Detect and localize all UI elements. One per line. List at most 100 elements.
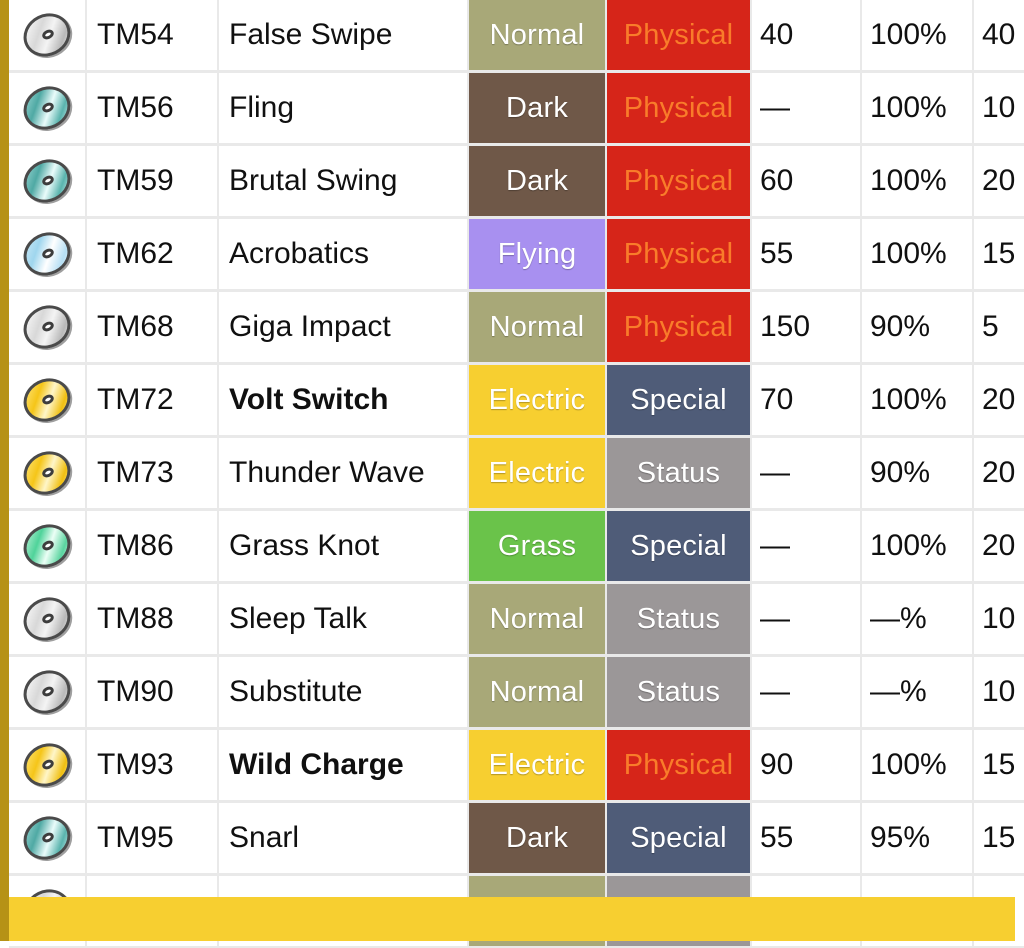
tm-number: TM95: [86, 801, 219, 876]
move-name: Acrobatics: [218, 217, 469, 292]
move-power-text: 55: [760, 821, 794, 854]
move-name: Giga Impact: [218, 290, 469, 365]
tm-disc-cell: [9, 728, 87, 803]
move-pp-text: 10: [982, 675, 1016, 708]
type-badge: Normal: [469, 584, 604, 653]
move-type-cell: Normal: [468, 0, 607, 73]
tm-disc-icon: [16, 662, 78, 722]
move-type-cell: Electric: [468, 436, 607, 511]
move-pp-text: 20: [982, 529, 1016, 562]
move-power: 55: [751, 217, 862, 292]
move-power: 40: [751, 0, 862, 73]
move-power: 90: [751, 728, 862, 803]
tm-number: TM72: [86, 363, 219, 438]
type-badge: Dark: [469, 803, 604, 872]
move-name-text: Substitute: [229, 675, 363, 708]
move-category-cell: Physical: [606, 728, 752, 803]
table-row[interactable]: TM59 Brutal Swing Dark Physical 60 100% 20: [9, 144, 1024, 219]
tm-disc-cell: [9, 509, 87, 584]
move-category-cell: Physical: [606, 71, 752, 146]
move-name-text: False Swipe: [229, 18, 393, 51]
table-row[interactable]: TM54 False Swipe Normal Physical 40 100% 40: [9, 0, 1024, 73]
type-badge: Flying: [469, 219, 604, 288]
move-power-text: 90: [760, 748, 794, 781]
table-row[interactable]: TM68 Giga Impact Normal Physical 150 90% 5: [9, 290, 1024, 365]
move-name: Wild Charge: [218, 728, 469, 803]
move-power-text: —: [760, 602, 790, 635]
move-pp-text: 20: [982, 456, 1016, 489]
tm-disc-icon: [16, 808, 78, 868]
tm-disc-icon: [16, 735, 78, 795]
tm-number: TM59: [86, 144, 219, 219]
move-type-cell: Dark: [468, 71, 607, 146]
move-accuracy-text: 100%: [870, 237, 947, 270]
tm-disc-cell: [9, 290, 87, 365]
table-row[interactable]: TM88 Sleep Talk Normal Status — —% 10: [9, 582, 1024, 657]
move-accuracy-text: 90%: [870, 310, 931, 343]
tm-disc-icon: [16, 589, 78, 649]
move-name-text: Acrobatics: [229, 237, 370, 270]
table-row[interactable]: TM95 Snarl Dark Special 55 95% 15: [9, 801, 1024, 876]
move-type-cell: Normal: [468, 655, 607, 730]
move-accuracy: 100%: [861, 217, 974, 292]
move-category-cell: Status: [606, 436, 752, 511]
tm-number-text: TM59: [97, 164, 174, 197]
type-badge: Dark: [469, 146, 604, 215]
tm-number-text: TM54: [97, 18, 174, 51]
type-badge: Electric: [469, 438, 604, 507]
table-row[interactable]: TM56 Fling Dark Physical — 100% 10: [9, 71, 1024, 146]
move-name-text: Fling: [229, 91, 295, 124]
category-badge: Status: [607, 438, 749, 507]
table-row[interactable]: TM90 Substitute Normal Status — —% 10: [9, 655, 1024, 730]
move-accuracy-text: 100%: [870, 164, 947, 197]
move-category-cell: Physical: [606, 217, 752, 292]
move-pp: 15: [973, 728, 1024, 803]
move-type-cell: Electric: [468, 728, 607, 803]
move-pp-text: 15: [982, 821, 1016, 854]
move-power-text: 55: [760, 237, 794, 270]
table-row[interactable]: TM72 Volt Switch Electric Special 70 100% 20: [9, 363, 1024, 438]
tm-list-page: TM54 False Swipe Normal Physical 40 100% 40 TM5…: [0, 0, 1024, 948]
move-name: Thunder Wave: [218, 436, 469, 511]
type-badge: Normal: [469, 292, 604, 361]
move-pp-text: 15: [982, 237, 1016, 270]
move-pp: 10: [973, 655, 1024, 730]
tm-disc-cell: [9, 217, 87, 292]
move-name: Brutal Swing: [218, 144, 469, 219]
move-accuracy-text: 100%: [870, 18, 947, 51]
move-accuracy: 100%: [861, 71, 974, 146]
table-row[interactable]: TM93 Wild Charge Electric Physical 90 100% 15: [9, 728, 1024, 803]
move-name: Snarl: [218, 801, 469, 876]
move-power-text: 60: [760, 164, 794, 197]
category-badge: Physical: [607, 219, 749, 288]
tm-disc-icon: [16, 297, 78, 357]
move-type-cell: Grass: [468, 509, 607, 584]
tm-number: TM93: [86, 728, 219, 803]
move-pp: 20: [973, 436, 1024, 511]
category-badge: Physical: [607, 730, 749, 799]
move-pp: 40: [973, 0, 1024, 73]
move-pp: 20: [973, 363, 1024, 438]
move-accuracy-text: 100%: [870, 91, 947, 124]
move-power: —: [751, 71, 862, 146]
move-pp-text: 20: [982, 164, 1016, 197]
tm-number-text: TM68: [97, 310, 174, 343]
move-power: —: [751, 509, 862, 584]
tm-number: TM88: [86, 582, 219, 657]
move-name-text: Brutal Swing: [229, 164, 398, 197]
move-accuracy: 100%: [861, 509, 974, 584]
tm-disc-icon: [16, 443, 78, 503]
tm-disc-cell: [9, 144, 87, 219]
table-row[interactable]: TM73 Thunder Wave Electric Status — 90% 20: [9, 436, 1024, 511]
tm-number-text: TM62: [97, 237, 174, 270]
move-accuracy-text: 100%: [870, 529, 947, 562]
move-category-cell: Physical: [606, 0, 752, 73]
move-pp-text: 10: [982, 602, 1016, 635]
tm-disc-icon: [16, 370, 78, 430]
tm-number: TM68: [86, 290, 219, 365]
table-row[interactable]: TM62 Acrobatics Flying Physical 55 100% 15: [9, 217, 1024, 292]
move-power: 70: [751, 363, 862, 438]
move-accuracy-text: —%: [870, 602, 927, 635]
table-row[interactable]: TM86 Grass Knot Grass Special — 100% 20: [9, 509, 1024, 584]
tm-disc-cell: [9, 582, 87, 657]
